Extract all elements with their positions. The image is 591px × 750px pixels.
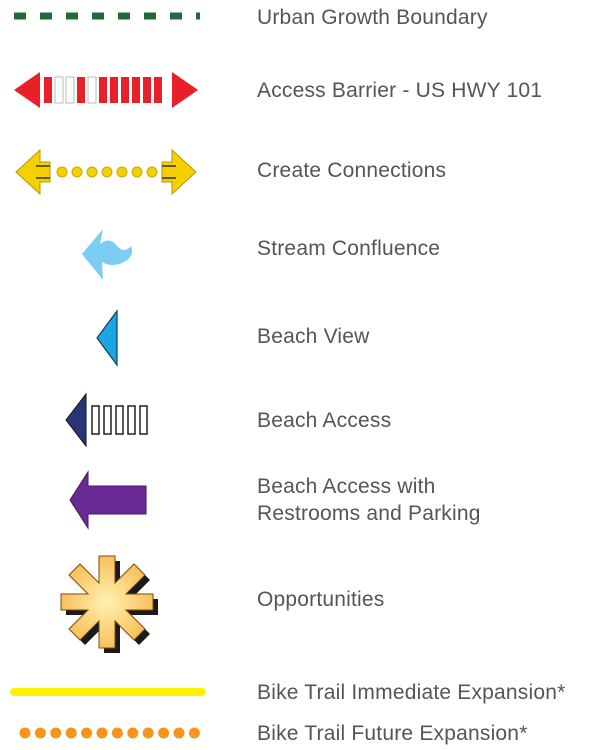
dotted-line-icon <box>19 727 200 739</box>
legend-label: Bike Trail Immediate Expansion* <box>257 681 566 704</box>
legend-label: Stream Confluence <box>257 237 441 260</box>
dashed-line-icon <box>14 12 200 20</box>
stream-arrow-icon <box>82 229 133 280</box>
legend-item-bike-trail-immediate: Bike Trail Immediate Expansion* <box>0 676 591 710</box>
legend-item-create-connections: Create Connections <box>0 148 591 198</box>
legend-item-opportunities: Opportunities <box>0 550 591 654</box>
left-arrow-icon <box>69 470 147 530</box>
legend-item-beach-access-restrooms: Beach Access with Restrooms and Parking <box>0 468 591 532</box>
triangle-pointer-icon <box>96 309 118 367</box>
legend-label: Beach Access <box>257 409 392 432</box>
legend-label: Beach Access with Restrooms and Parking <box>257 475 481 525</box>
legend-label: Access Barrier - US HWY 101 <box>257 79 543 102</box>
legend-item-beach-access: Beach Access <box>0 392 591 450</box>
legend-label: Urban Growth Boundary <box>257 6 488 29</box>
legend-label: Beach View <box>257 325 370 348</box>
solid-line-icon <box>10 688 206 696</box>
legend-label: Create Connections <box>257 159 447 182</box>
legend-item-urban-growth-boundary: Urban Growth Boundary <box>0 0 591 36</box>
legend-item-beach-view: Beach View <box>0 306 591 370</box>
double-arrow-barrier-icon <box>14 72 198 108</box>
double-arrow-dots-icon <box>15 148 197 196</box>
arrow-with-bars-icon <box>65 392 148 448</box>
asterisk-burst-icon <box>60 555 158 653</box>
legend-label: Opportunities <box>257 588 385 611</box>
legend-item-access-barrier: Access Barrier - US HWY 101 <box>0 66 591 116</box>
legend-label: Bike Trail Future Expansion* <box>257 722 528 745</box>
legend-item-stream-confluence: Stream Confluence <box>0 226 591 282</box>
map-legend: Urban Growth Boundary Access Barrier - U… <box>0 0 591 747</box>
legend-item-bike-trail-future: Bike Trail Future Expansion* <box>0 718 591 750</box>
